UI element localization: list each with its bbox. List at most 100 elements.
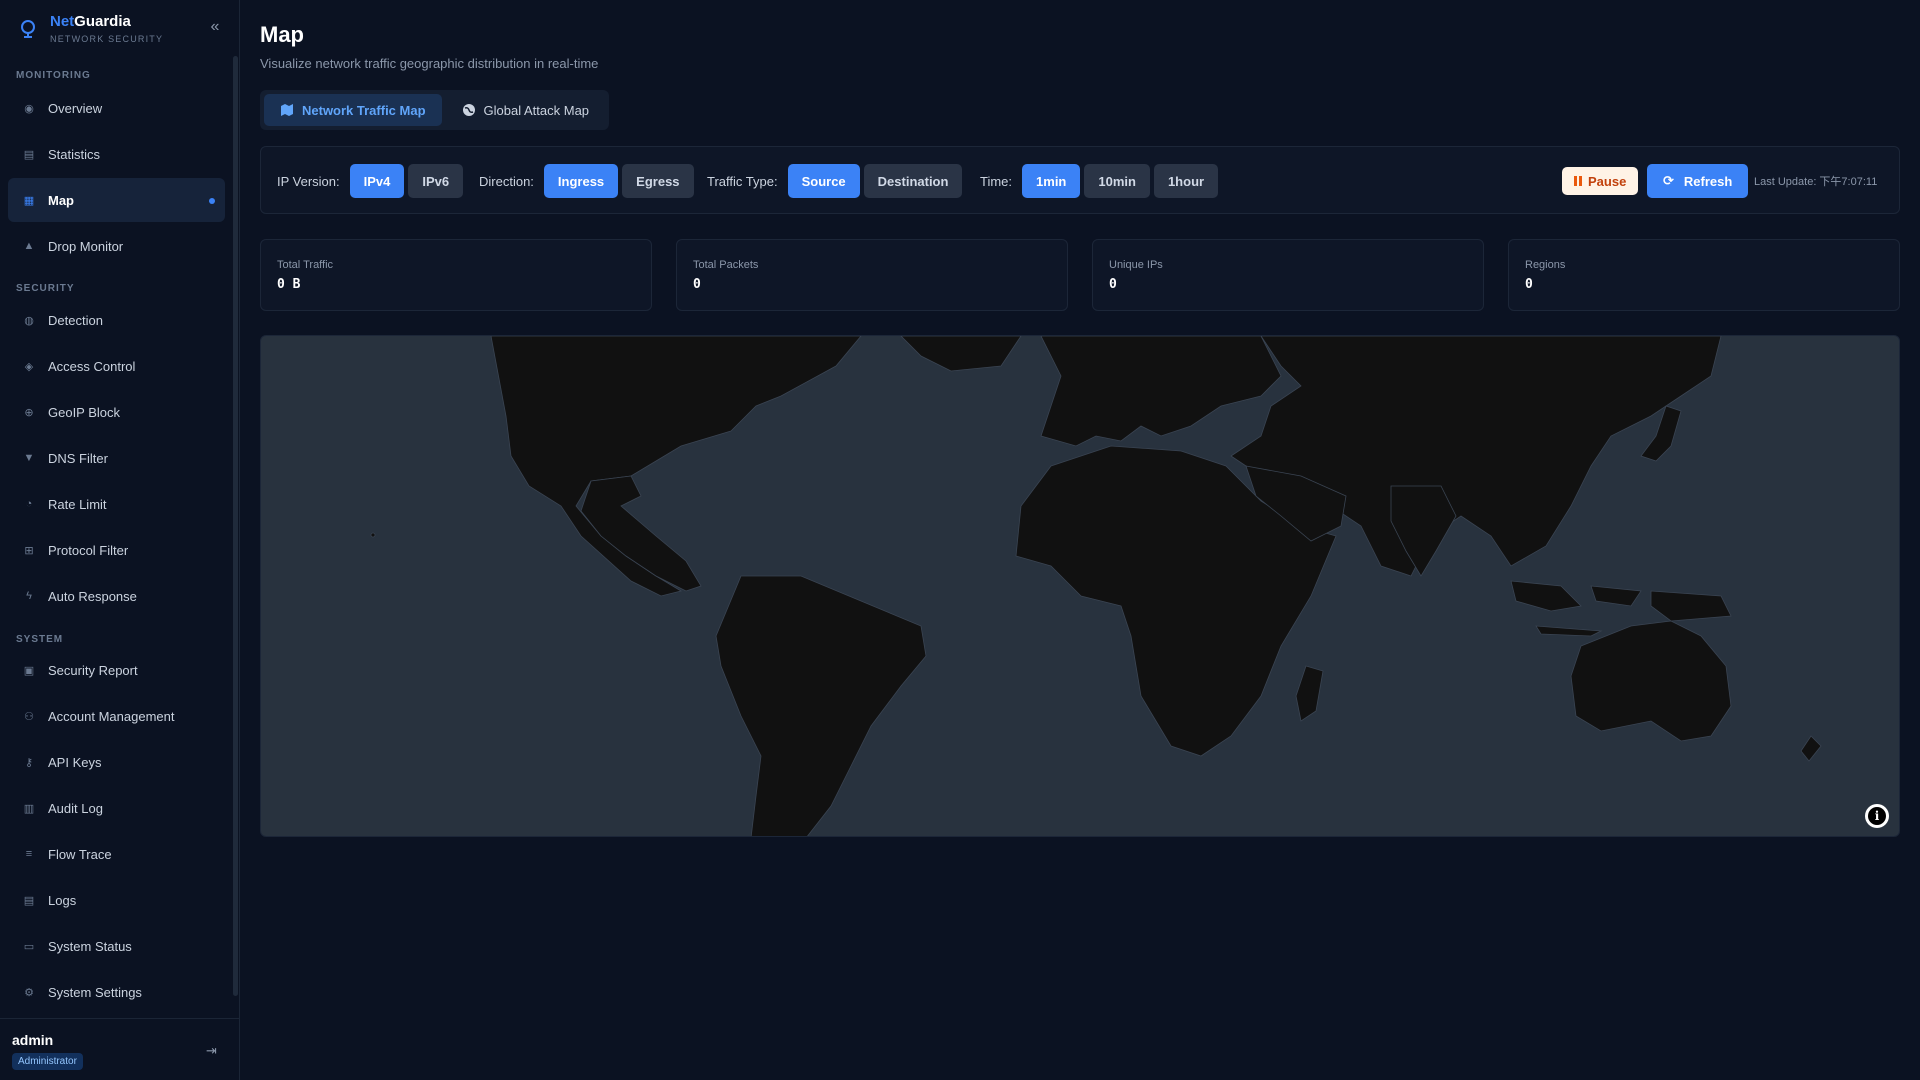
time-label: Time:	[980, 173, 1013, 189]
refresh-label: Refresh	[1683, 173, 1733, 189]
sidebar-item-account-management[interactable]: ⚇ Account Management	[8, 694, 225, 738]
sidebar-item-drop-monitor[interactable]: ▲ Drop Monitor	[8, 224, 225, 268]
document-icon: ▣	[23, 664, 35, 677]
sidebar-scrollbar[interactable]	[233, 56, 238, 996]
sidebar-item-label: Access Control	[48, 358, 136, 374]
refresh-icon: ⟳	[1663, 173, 1674, 188]
globe-icon: ⊕	[24, 406, 34, 419]
brand-name: NetGuardia	[50, 13, 131, 30]
brand-subtitle: NETWORK SECURITY	[50, 34, 164, 44]
user-name: admin	[12, 1032, 54, 1048]
sidebar-item-auto-response[interactable]: ϟ Auto Response	[8, 574, 225, 618]
indonesia-landmass	[1510, 580, 1732, 637]
sidebar-item-access-control[interactable]: ◈ Access Control	[8, 344, 225, 388]
logout-icon[interactable]: ⇥	[206, 1043, 217, 1059]
network-icon: ⊞	[24, 544, 34, 557]
pause-label: Pause	[1588, 173, 1627, 189]
tab-network-traffic-map[interactable]: Network Traffic Map	[264, 94, 442, 126]
greenland-landmass	[900, 336, 1022, 372]
time-1min-button[interactable]: 1min	[1022, 164, 1081, 198]
source-button[interactable]: Source	[787, 164, 860, 198]
tab-global-attack-map[interactable]: Global Attack Map	[446, 94, 606, 126]
section-security: SECURITY	[16, 283, 75, 294]
shield-icon: ◈	[24, 360, 34, 373]
brand[interactable]: NetGuardia NETWORK SECURITY	[18, 12, 163, 44]
stat-total-packets: Total Packets 0	[676, 239, 1068, 311]
bolt-icon: ϟ	[26, 590, 32, 602]
ipv6-button[interactable]: IPv6	[408, 164, 464, 198]
sidebar-item-label: System Settings	[48, 984, 142, 1000]
sidebar-item-flow-trace[interactable]: ≡ Flow Trace	[8, 832, 225, 876]
logo-icon	[21, 20, 35, 38]
stat-value: 0	[1109, 277, 1117, 292]
stat-value: 0	[1525, 277, 1533, 292]
ipv4-button[interactable]: IPv4	[349, 164, 405, 198]
stat-regions: Regions 0	[1508, 239, 1900, 311]
collapse-sidebar-icon[interactable]: «	[206, 18, 224, 36]
sidebar-item-geoip-block[interactable]: ⊕ GeoIP Block	[8, 390, 225, 434]
madagascar-landmass	[1295, 665, 1324, 722]
map-icon	[281, 104, 293, 116]
sidebar-item-system-status[interactable]: ▭ System Status	[8, 924, 225, 968]
time-1hour-button[interactable]: 1hour	[1153, 164, 1219, 198]
sidebar-item-map[interactable]: ▦ Map	[8, 178, 225, 222]
time-filter: Time: 1min 10min 1hour	[980, 164, 1219, 198]
users-icon: ⚇	[24, 710, 34, 723]
chart-icon: ▤	[23, 148, 35, 161]
destination-button[interactable]: Destination	[863, 164, 963, 198]
ingress-button[interactable]: Ingress	[543, 164, 619, 198]
stat-value: 0 B	[277, 277, 301, 292]
gear-icon: ⚙	[24, 986, 34, 999]
europe-landmass	[1040, 336, 1282, 447]
sidebar-item-label: Auto Response	[48, 588, 137, 604]
sidebar-item-statistics[interactable]: ▤ Statistics	[8, 132, 225, 176]
sidebar-item-system-settings[interactable]: ⚙ System Settings	[8, 970, 225, 1014]
direction-filter: Direction: Ingress Egress	[479, 164, 694, 198]
sidebar-item-overview[interactable]: ◉ Overview	[8, 86, 225, 130]
sidebar-item-audit-log[interactable]: ▥ Audit Log	[8, 786, 225, 830]
sidebar-item-dns-filter[interactable]: ▼ DNS Filter	[8, 436, 225, 480]
map-attribution-info-icon[interactable]: i	[1865, 804, 1889, 828]
user-box: admin Administrator ⇥	[0, 1018, 240, 1080]
sidebar-item-security-report[interactable]: ▣ Security Report	[8, 648, 225, 692]
sidebar-item-label: Map	[48, 192, 74, 208]
key-icon: ⚷	[24, 756, 34, 769]
filter-bar: IP Version: IPv4 IPv6 Direction: Ingress…	[260, 146, 1900, 214]
australia-landmass	[1570, 620, 1732, 742]
sidebar-item-label: Statistics	[48, 146, 101, 162]
sidebar-item-label: Flow Trace	[48, 846, 112, 862]
direction-label: Direction:	[479, 173, 534, 189]
sidebar-item-detection[interactable]: ◍ Detection	[8, 298, 225, 342]
stat-label: Regions	[1525, 259, 1566, 271]
sidebar-item-label: System Status	[48, 938, 132, 954]
sidebar-item-api-keys[interactable]: ⚷ API Keys	[8, 740, 225, 784]
sidebar-item-label: Overview	[48, 100, 103, 116]
new-zealand-landmass	[1800, 735, 1822, 762]
map-icon: ▦	[23, 194, 35, 207]
page-subtitle: Visualize network traffic geographic dis…	[260, 56, 599, 71]
clipboard-icon: ▥	[23, 802, 35, 815]
egress-button[interactable]: Egress	[622, 164, 694, 198]
pause-button[interactable]: Pause	[1562, 167, 1639, 195]
sidebar-item-protocol-filter[interactable]: ⊞ Protocol Filter	[8, 528, 225, 572]
sidebar-item-label: Logs	[48, 892, 77, 908]
stat-unique-ips: Unique IPs 0	[1092, 239, 1484, 311]
sidebar-item-logs[interactable]: ▤ Logs	[8, 878, 225, 922]
last-update-text: Last Update: 下午7:07:11	[1754, 176, 1878, 188]
list-icon: ≡	[25, 848, 33, 860]
tab-label: Network Traffic Map	[302, 102, 426, 118]
user-role-badge: Administrator	[12, 1053, 83, 1070]
stat-label: Total Packets	[693, 259, 759, 271]
section-monitoring: MONITORING	[16, 70, 91, 81]
hawaii-landmass	[370, 532, 376, 538]
sidebar: NetGuardia NETWORK SECURITY « MONITORING…	[0, 0, 240, 1080]
time-10min-button[interactable]: 10min	[1084, 164, 1150, 198]
sidebar-item-label: DNS Filter	[48, 450, 108, 466]
world-map[interactable]: i	[260, 335, 1900, 837]
stat-label: Total Traffic	[277, 259, 334, 271]
refresh-button[interactable]: ⟳ Refresh	[1647, 164, 1749, 198]
sidebar-item-rate-limit[interactable]: ◔ Rate Limit	[8, 482, 225, 526]
active-indicator-dot	[209, 198, 215, 204]
sidebar-item-label: API Keys	[48, 754, 102, 770]
sidebar-item-label: Protocol Filter	[48, 542, 129, 558]
